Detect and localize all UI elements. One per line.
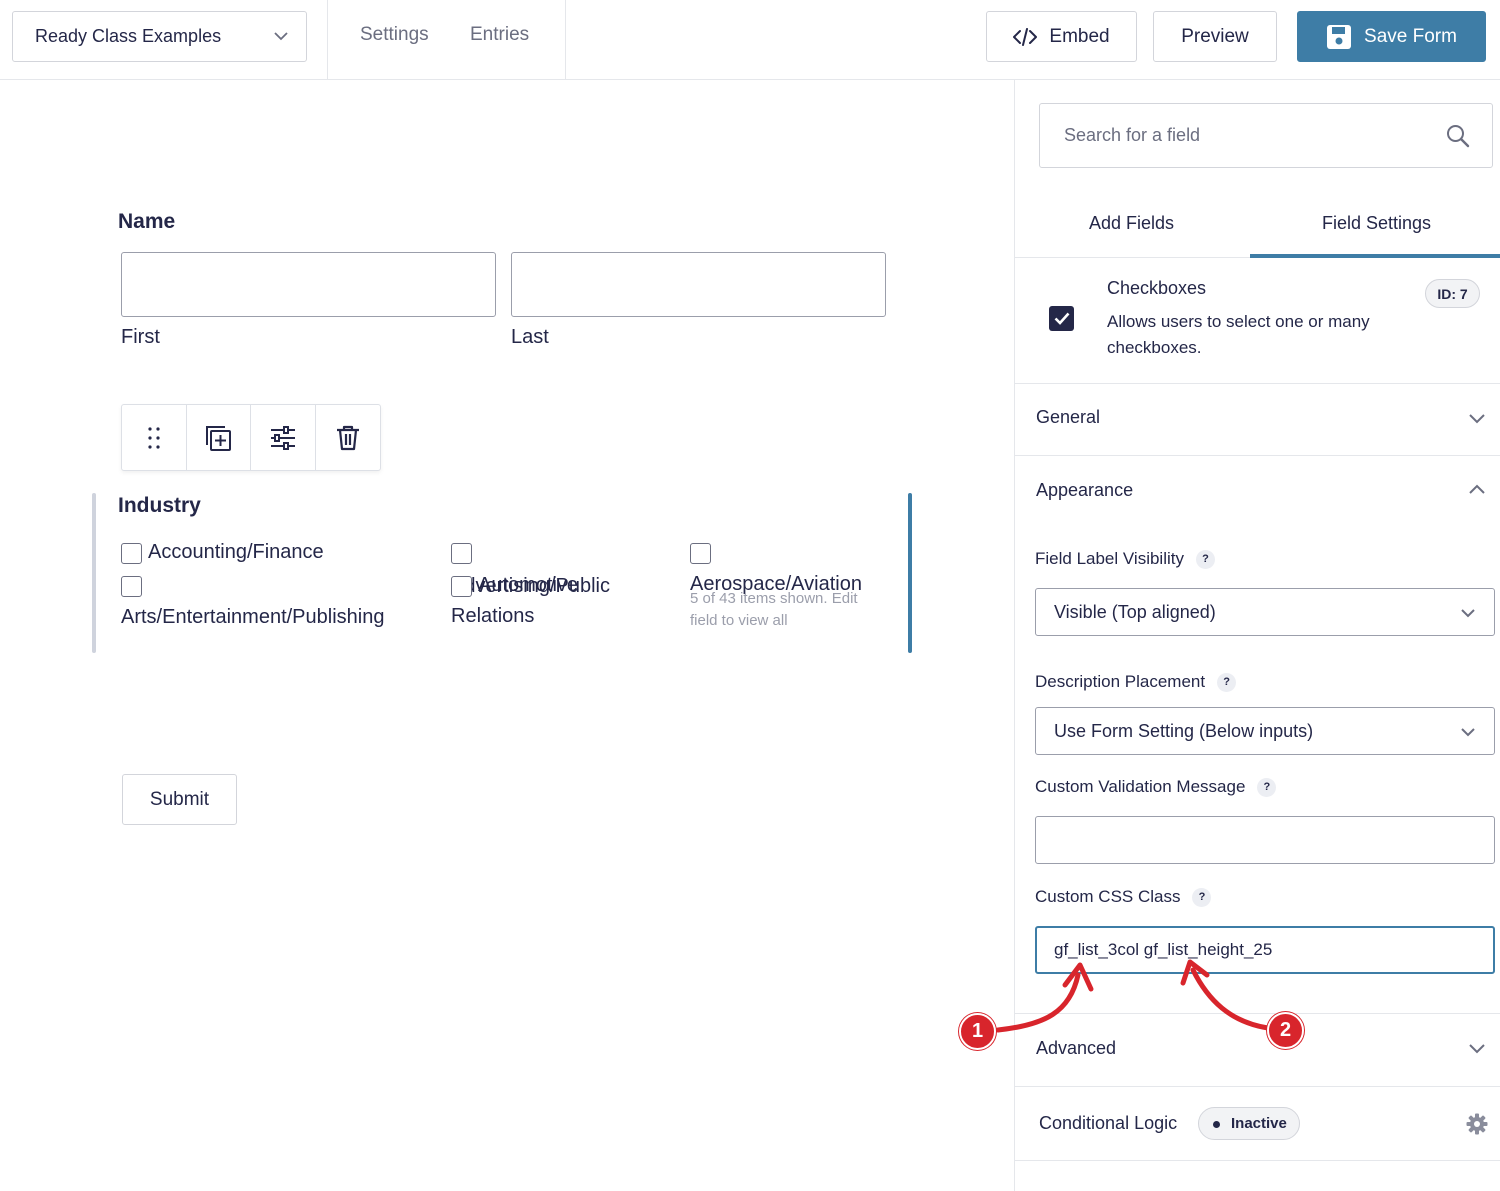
- selection-indicator: [908, 493, 912, 653]
- status-text: Inactive: [1231, 1115, 1287, 1132]
- choice-checkbox[interactable]: [121, 543, 142, 564]
- last-sublabel: Last: [511, 326, 549, 348]
- choice-checkbox[interactable]: [451, 576, 472, 597]
- choice-checkbox[interactable]: [690, 543, 711, 564]
- appearance-section-toggle[interactable]: Appearance: [1036, 480, 1133, 501]
- search-placeholder: Search for a field: [1064, 125, 1201, 145]
- trash-icon: [336, 425, 359, 450]
- chevron-down-icon: [274, 32, 288, 41]
- chevron-down-icon: [1461, 609, 1475, 618]
- submit-label: Submit: [149, 788, 210, 810]
- editor-sidebar: Search for a field Add Fields Field Sett…: [1014, 80, 1500, 1191]
- annotation-marker-1: 1: [959, 1013, 996, 1050]
- help-icon[interactable]: ?: [1257, 777, 1277, 797]
- save-form-button[interactable]: Save Form: [1297, 11, 1486, 62]
- industry-field-label: Industry: [118, 494, 201, 517]
- save-form-label: Save Form: [1364, 25, 1457, 47]
- gear-icon[interactable]: [1466, 1113, 1488, 1135]
- css-class-label: Custom CSS Class ?: [1035, 887, 1212, 907]
- first-sublabel: First: [121, 326, 160, 348]
- css-class-input[interactable]: gf_list_3col gf_list_height_25: [1035, 926, 1495, 974]
- divider: [565, 0, 566, 80]
- label-text: Custom Validation Message: [1035, 777, 1246, 796]
- settings-link[interactable]: Settings: [360, 24, 429, 46]
- choice-checkbox[interactable]: [451, 543, 472, 564]
- chevron-down-icon[interactable]: [1468, 1039, 1486, 1057]
- advanced-section-toggle[interactable]: Advanced: [1036, 1038, 1116, 1059]
- choices-note: 5 of 43 items shown. Edit field to view …: [690, 590, 858, 629]
- choice-checkbox[interactable]: [121, 576, 142, 597]
- label-visibility-select[interactable]: Visible (Top aligned): [1035, 588, 1495, 636]
- settings-sliders-icon: [270, 425, 295, 450]
- label-text: Custom CSS Class: [1035, 887, 1181, 906]
- top-bar: Ready Class Examples Settings Entries Em…: [0, 0, 1500, 80]
- embed-button[interactable]: Embed: [986, 11, 1137, 62]
- select-value: Use Form Setting (Below inputs): [1054, 720, 1314, 741]
- annotation-marker-2: 2: [1267, 1012, 1304, 1049]
- preview-button[interactable]: Preview: [1153, 11, 1277, 62]
- select-value: Visible (Top aligned): [1054, 601, 1216, 622]
- drag-handle-button[interactable]: [122, 405, 187, 470]
- chevron-down-icon[interactable]: [1468, 409, 1486, 427]
- delete-field-button[interactable]: [316, 405, 381, 470]
- drag-handle-icon: [148, 426, 160, 449]
- chevron-down-icon: [1461, 728, 1475, 737]
- selection-indicator: [92, 493, 96, 653]
- search-icon: [1447, 125, 1470, 148]
- validation-message-label: Custom Validation Message ?: [1035, 777, 1277, 797]
- field-search-input[interactable]: Search for a field: [1039, 103, 1493, 168]
- divider: [1015, 1086, 1500, 1087]
- divider: [1015, 383, 1500, 384]
- description-placement-label: Description Placement ?: [1035, 672, 1237, 692]
- status-dot: [1213, 1121, 1220, 1128]
- label-text: Description Placement: [1035, 672, 1206, 691]
- choice-label: Arts/Entertainment/Publishing: [121, 606, 385, 628]
- active-tab-indicator: [1250, 254, 1500, 258]
- label-text: Field Label Visibility: [1035, 549, 1184, 568]
- chevron-up-icon[interactable]: [1468, 481, 1486, 499]
- duplicate-icon: [206, 425, 232, 451]
- floppy-disk-icon: [1327, 24, 1352, 49]
- validation-message-input[interactable]: [1035, 816, 1495, 864]
- tab-add-fields[interactable]: Add Fields: [1089, 213, 1174, 234]
- preview-label: Preview: [1181, 25, 1249, 47]
- choice-label: Automotive: [478, 574, 579, 596]
- duplicate-field-button[interactable]: [187, 405, 251, 470]
- first-name-input[interactable]: [121, 252, 496, 317]
- code-icon: [1013, 27, 1038, 46]
- help-icon[interactable]: ?: [1192, 887, 1212, 907]
- form-name: Ready Class Examples: [35, 26, 222, 46]
- conditional-logic-title: Conditional Logic: [1039, 1113, 1178, 1133]
- conditional-logic-status-badge: Inactive: [1198, 1107, 1300, 1140]
- field-type-description: Allows users to select one or many check…: [1107, 312, 1370, 357]
- divider: [1015, 1160, 1500, 1161]
- label-visibility-label: Field Label Visibility ?: [1035, 549, 1215, 569]
- choice-label: Accounting/Finance: [148, 541, 324, 563]
- help-icon[interactable]: ?: [1195, 549, 1215, 569]
- tab-field-settings[interactable]: Field Settings: [1322, 213, 1431, 234]
- divider: [327, 0, 328, 80]
- field-toolbar: [121, 404, 381, 471]
- field-settings-button[interactable]: [251, 405, 316, 470]
- form-switcher-dropdown[interactable]: Ready Class Examples: [12, 11, 307, 62]
- description-placement-select[interactable]: Use Form Setting (Below inputs): [1035, 707, 1495, 755]
- name-field-label: Name: [118, 210, 176, 233]
- field-type-title: Checkboxes: [1107, 278, 1207, 298]
- checkbox-field-icon: [1049, 306, 1074, 331]
- divider: [1015, 1013, 1500, 1014]
- submit-button[interactable]: Submit: [122, 774, 237, 825]
- field-id-badge: ID: 7: [1425, 279, 1480, 308]
- entries-link[interactable]: Entries: [470, 24, 529, 46]
- general-section-toggle[interactable]: General: [1036, 407, 1100, 428]
- divider: [1015, 455, 1500, 456]
- help-icon[interactable]: ?: [1217, 672, 1237, 692]
- embed-label: Embed: [1049, 25, 1110, 47]
- last-name-input[interactable]: [511, 252, 886, 317]
